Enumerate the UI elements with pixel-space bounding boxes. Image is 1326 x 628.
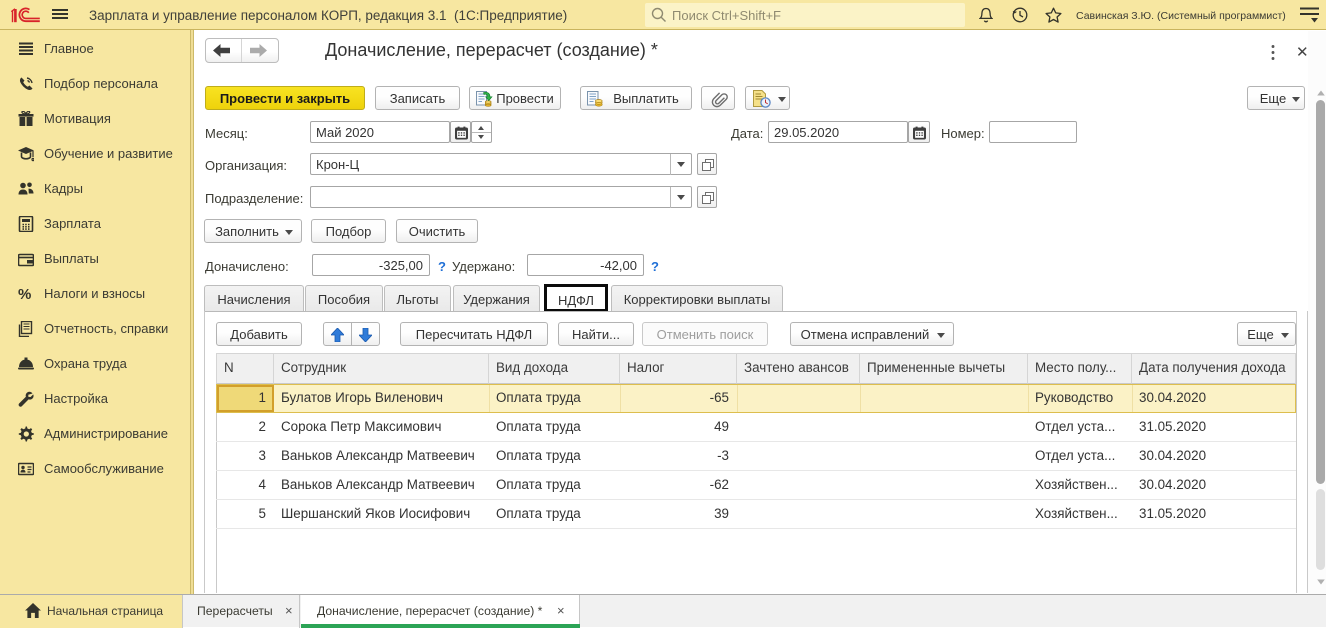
svg-text:%: % bbox=[18, 286, 31, 302]
